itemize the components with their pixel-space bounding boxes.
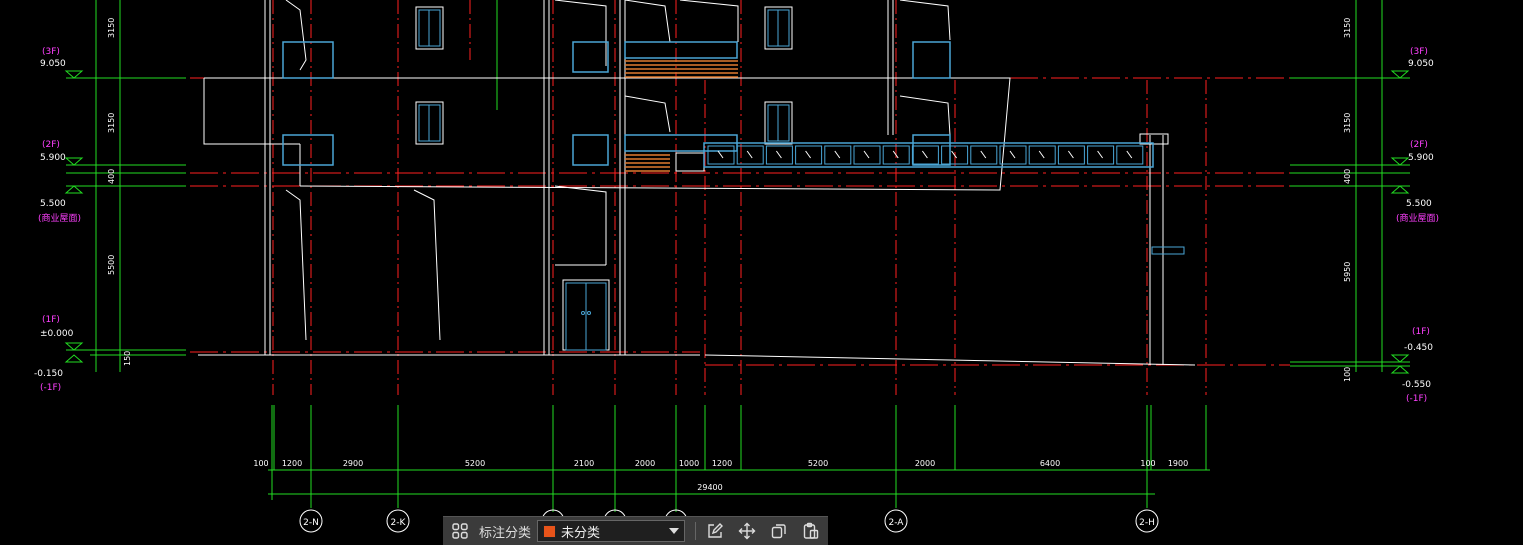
level-left-2f: (2F) [42,140,60,150]
move-icon[interactable] [736,520,758,542]
vdim-left-1: 3150 [107,18,116,38]
level-right-2f: (2F) [1410,140,1428,150]
cad-elevation-drawing[interactable]: 3150 3150 400 5500 150 3150 3150 400 595… [0,0,1523,545]
axis-label-2h: 2-H [1139,518,1155,528]
level-labels-left: (3F) 9.050 (2F) 5.900 5.500 (商业屋面) (1F) … [34,47,81,393]
canopy-pane-mark [951,150,958,159]
hdim-5: 2100 [574,459,594,468]
level-right-1f: (1F) [1412,327,1430,337]
hdim-10: 2000 [915,459,935,468]
axis-label-2n: 2-N [303,518,319,528]
level-right-roof-note: (商业屋面) [1396,212,1439,224]
entry-door [562,279,610,351]
caret-down-icon [669,528,680,534]
hdim-6: 2000 [635,459,655,468]
vdim-left-4: 5500 [107,255,116,275]
hdim-8: 1200 [712,459,732,468]
level-right-b1: (-1F) [1406,394,1427,404]
level-left-roof-elev: 5.500 [40,199,66,209]
vdim-right-5: 100 [1343,367,1352,382]
canopy-glass-panels [707,145,1144,165]
vdim-left-5: 150 [123,351,132,366]
hdim-2: 1200 [282,459,302,468]
copy-icon[interactable] [768,520,790,542]
canopy-pane-mark [717,150,724,159]
level-right-roof-elev: 5.500 [1406,199,1432,209]
toolbar-divider [695,522,697,540]
canopy-pane-mark [805,150,812,159]
level-left-b1: (-1F) [40,383,61,393]
annotation-category-dropdown[interactable]: 未分类 [537,520,686,542]
hdim-7: 1000 [679,459,699,468]
level-left-b1-elev: -0.150 [34,369,63,379]
canopy-pane-mark [1126,150,1133,159]
canopy-pane-mark [921,150,928,159]
level-left-2f-elev: 5.900 [40,153,66,163]
canopy-pane-mark [775,150,782,159]
hdim-12: 100 [1140,459,1155,468]
hdim-9: 5200 [808,459,828,468]
level-left-1f-elev: ±0.000 [40,329,74,339]
horizontal-dim-texts: 100 1200 2900 5200 2100 2000 1000 1200 5… [253,459,1188,492]
level-left-roof-note: (商业屋面) [38,212,81,224]
level-right-1f-elev: -0.450 [1404,343,1433,353]
windows [415,6,793,145]
canopy-pane-mark [863,150,870,159]
vertical-dim-texts-right: 3150 3150 400 5950 100 [1343,18,1352,382]
category-selected-value: 未分类 [561,524,601,540]
level-labels-right: (3F) 9.050 (2F) 5.900 5.500 (商业屋面) (1F) … [1396,47,1439,404]
level-right-2f-elev: 5.900 [1408,153,1434,163]
level-left-1f: (1F) [42,315,60,325]
canopy-pane-mark [1097,150,1104,159]
level-left-3f-elev: 9.050 [40,59,66,69]
level-left-3f: (3F) [42,47,60,57]
annotation-toolbar: 标注分类 未分类 [443,516,828,545]
paste-icon[interactable] [800,520,822,542]
level-lines [190,77,1290,366]
level-right-3f: (3F) [1410,47,1428,57]
level-right-3f-elev: 9.050 [1408,59,1434,69]
canopy-pane-mark [1009,150,1016,159]
vdim-right-3: 400 [1343,169,1352,184]
canopy-pane-mark [746,150,753,159]
hdim-3: 2900 [343,459,363,468]
edit-icon[interactable] [704,520,726,542]
axis-label-2k: 2-K [391,518,407,528]
category-color-swatch [543,524,557,538]
hdim-4: 5200 [465,459,485,468]
canopy-pane-mark [834,150,841,159]
vdim-right-1: 3150 [1343,18,1352,38]
hdim-1: 100 [253,459,268,468]
grid-icon[interactable] [449,520,471,542]
axis-label-2a: 2-A [889,518,905,528]
hdim-13: 1900 [1168,459,1188,468]
level-markers [64,70,1410,374]
hdim-11: 6400 [1040,459,1060,468]
vdim-left-2: 3150 [107,113,116,133]
total-dim: 29400 [697,483,722,492]
canopy-pane-mark [1038,150,1045,159]
level-right-b1-elev: -0.550 [1402,380,1431,390]
vdim-left-3: 400 [107,169,116,184]
wall-sign [1151,246,1185,255]
annotation-category-label: 标注分类 [479,524,532,540]
axis-lines-vertical [272,0,1207,395]
building-outline [198,0,1196,366]
vdim-right-2: 3150 [1343,113,1352,133]
vdim-right-4: 5950 [1343,262,1352,282]
canopy-pane-mark [980,150,987,159]
canopy-pane-mark [1067,150,1074,159]
